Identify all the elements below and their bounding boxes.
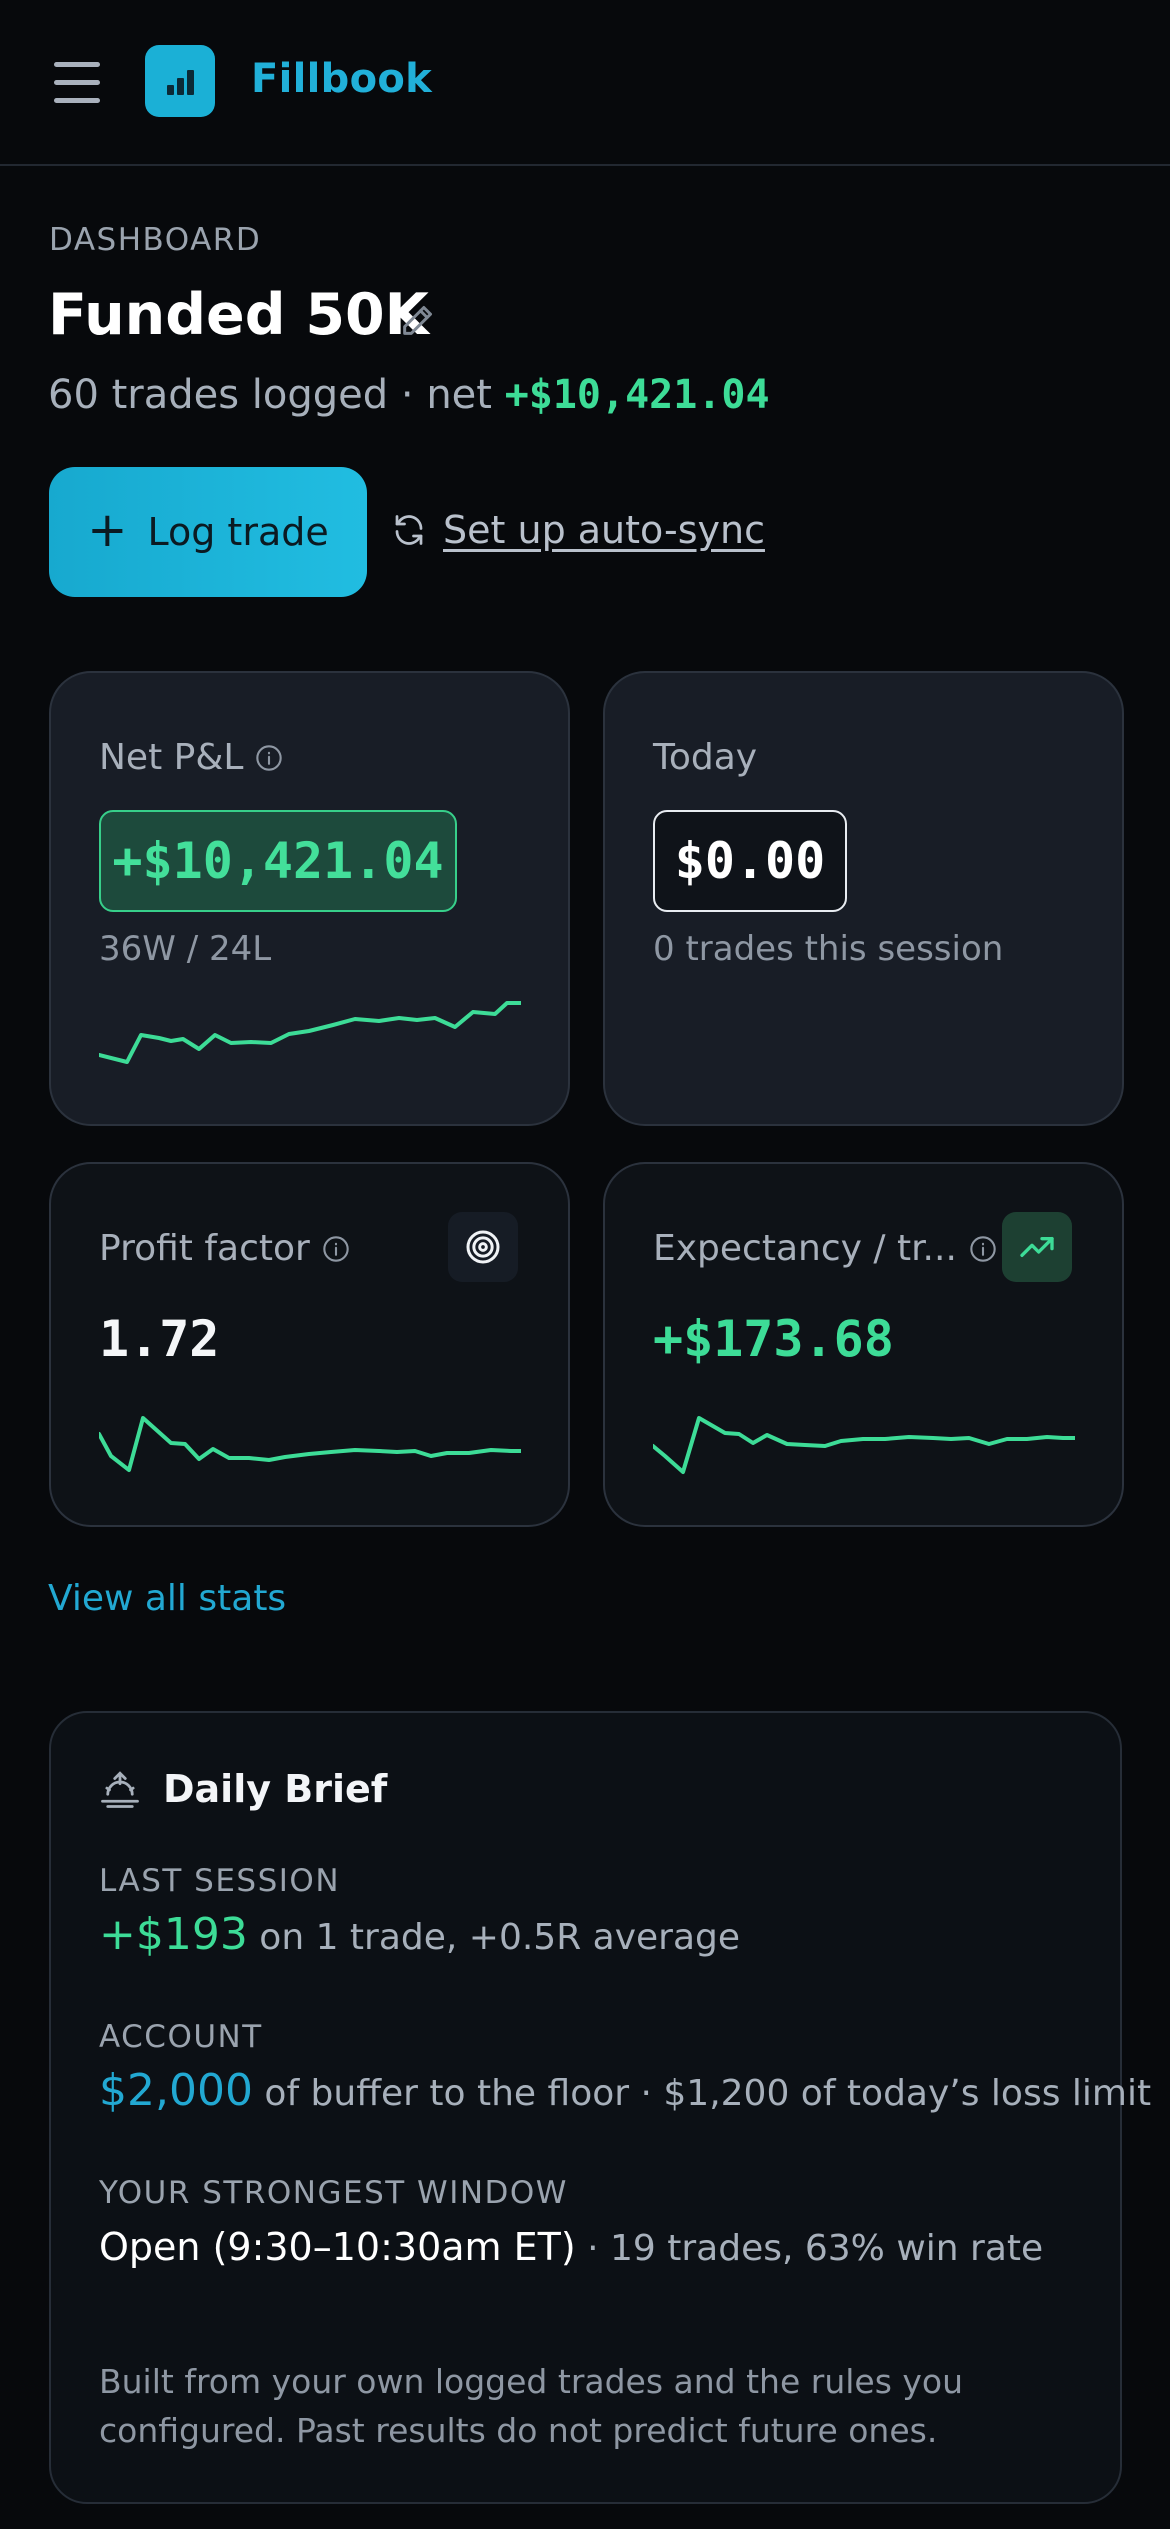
- net-pnl-label-row: Net P&L: [99, 737, 283, 778]
- auto-sync-link[interactable]: Set up auto-sync: [391, 508, 765, 552]
- today-value: $0.00: [653, 810, 847, 912]
- auto-sync-label: Set up auto-sync: [443, 508, 765, 552]
- account-detail: of buffer to the floor · $1,200 of today…: [252, 2073, 1152, 2114]
- net-pnl-card[interactable]: Net P&L +$10,421.04 36W / 24L: [49, 671, 570, 1126]
- expectancy-sparkline: [653, 1416, 1075, 1474]
- log-trade-button[interactable]: + Log trade: [49, 467, 367, 597]
- info-icon[interactable]: [255, 744, 283, 772]
- account-line: $2,000 of buffer to the floor · $1,200 o…: [99, 2065, 1151, 2116]
- view-all-stats-link[interactable]: View all stats: [48, 1578, 286, 1619]
- today-label: Today: [653, 737, 758, 778]
- profit-factor-sparkline: [99, 1416, 521, 1472]
- page-eyebrow: DASHBOARD: [49, 222, 262, 258]
- plus-icon: +: [87, 502, 128, 558]
- today-card[interactable]: Today $0.00 0 trades this session: [603, 671, 1124, 1126]
- target-icon: [448, 1212, 518, 1282]
- sunrise-icon: [101, 1771, 139, 1808]
- summary-net-value: +$10,421.04: [504, 372, 770, 418]
- today-session-count: 0 trades this session: [653, 929, 1004, 969]
- account-label: ACCOUNT: [99, 2019, 263, 2055]
- profit-factor-label: Profit factor: [99, 1228, 310, 1269]
- strongest-window-label: YOUR STRONGEST WINDOW: [99, 2175, 568, 2211]
- profit-factor-value: 1.72: [99, 1310, 220, 1368]
- log-trade-label: Log trade: [147, 510, 329, 554]
- info-icon[interactable]: [969, 1235, 997, 1263]
- strongest-window-name: Open (9:30–10:30am ET): [99, 2225, 576, 2269]
- expectancy-label-row: Expectancy / tr...: [653, 1228, 997, 1269]
- net-pnl-sparkline: [99, 1001, 521, 1064]
- brief-disclaimer: Built from your own logged trades and th…: [99, 2362, 964, 2450]
- daily-brief-title: Daily Brief: [163, 1767, 388, 1811]
- expectancy-card[interactable]: Expectancy / tr... +$173.68: [603, 1162, 1124, 1527]
- win-loss-record: 36W / 24L: [99, 929, 272, 969]
- bar-chart-logo[interactable]: [145, 45, 215, 117]
- profit-factor-label-row: Profit factor: [99, 1228, 350, 1269]
- last-session-label: LAST SESSION: [99, 1863, 341, 1899]
- last-session-detail: on 1 trade, +0.5R average: [247, 1917, 741, 1958]
- expectancy-value: +$173.68: [653, 1310, 894, 1368]
- last-session-amount: +$193: [99, 1909, 248, 1960]
- net-pnl-label: Net P&L: [99, 737, 244, 778]
- daily-brief-card: Daily Brief LAST SESSION +$193 on 1 trad…: [49, 1711, 1151, 2504]
- trades-summary: 60 trades logged · net +$10,421.04: [48, 372, 770, 418]
- trending-up-icon: [1002, 1212, 1072, 1282]
- pencil-icon[interactable]: [398, 300, 438, 340]
- net-pnl-value: +$10,421.04: [99, 810, 457, 912]
- brand-name[interactable]: Fillbook: [251, 56, 432, 102]
- refresh-icon: [395, 515, 423, 545]
- daily-brief-header: Daily Brief: [99, 1767, 387, 1811]
- page-title: Funded 50K: [48, 282, 429, 348]
- profit-factor-card[interactable]: Profit factor 1.72: [49, 1162, 570, 1527]
- strongest-window-line: Open (9:30–10:30am ET) · 19 trades, 63% …: [99, 2225, 1043, 2269]
- last-session-line: +$193 on 1 trade, +0.5R average: [99, 1909, 740, 1960]
- account-buffer-amount: $2,000: [99, 2065, 253, 2116]
- top-bar: Fillbook: [0, 0, 1170, 166]
- info-icon[interactable]: [322, 1235, 350, 1263]
- menu-icon[interactable]: [54, 62, 102, 104]
- strongest-window-detail: · 19 trades, 63% win rate: [575, 2228, 1044, 2269]
- expectancy-label: Expectancy / tr...: [653, 1228, 957, 1269]
